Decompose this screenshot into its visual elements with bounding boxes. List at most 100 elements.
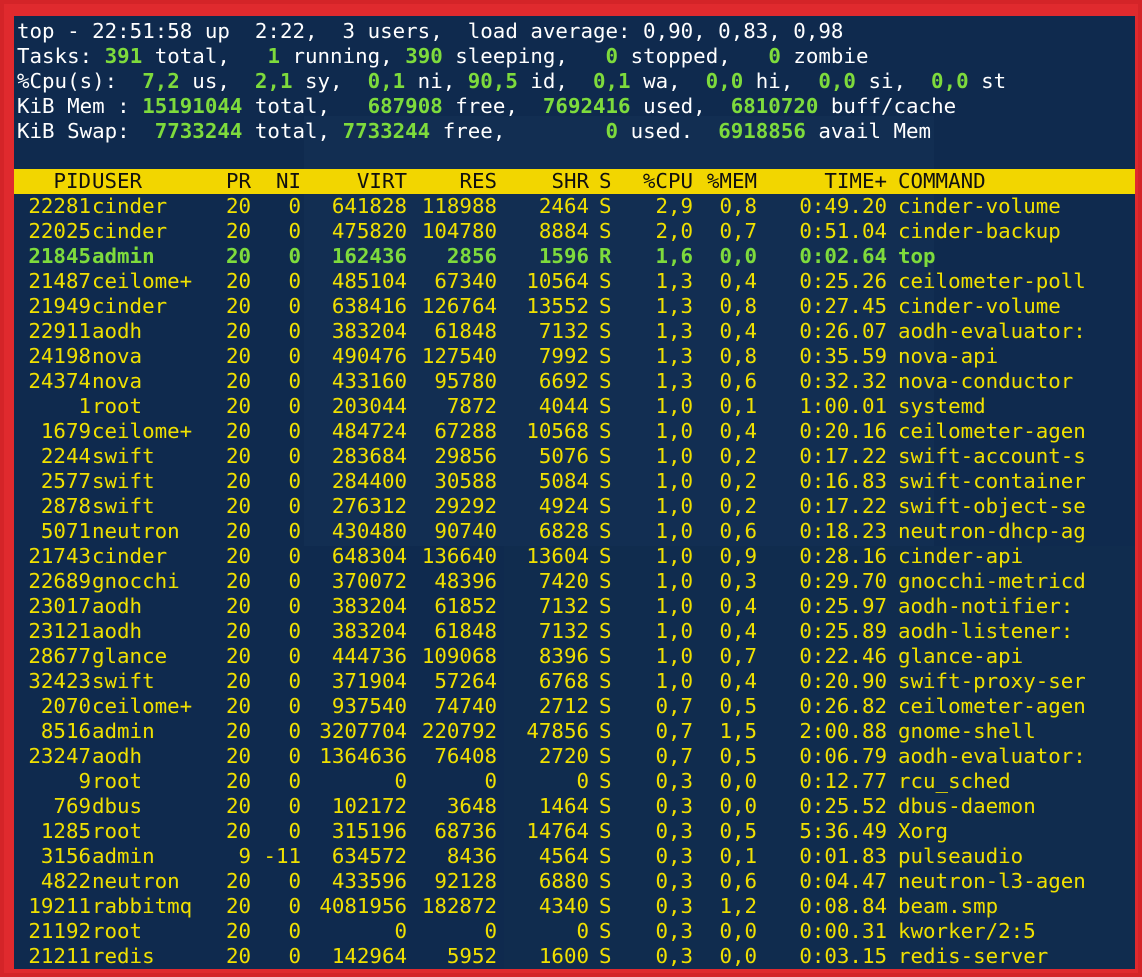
process-row[interactable]: 23247 aodh 20 0 1364636 76408 2720 S 0,7 0,5 0:06.… bbox=[14, 744, 1135, 769]
cell-res: 8436 bbox=[446, 844, 497, 868]
cell-ni: 0 bbox=[288, 319, 301, 343]
cell-cpu: 1,3 bbox=[655, 344, 693, 368]
cell-pr: 20 bbox=[225, 894, 251, 918]
cell-res: 61848 bbox=[434, 619, 497, 643]
process-row[interactable]: 32423 swift 20 0 371904 57264 6768 S 1,0 0,4 0:20.… bbox=[14, 669, 1135, 694]
cell-mem: 0,4 bbox=[719, 269, 757, 293]
process-row[interactable]: 1 root 20 0 203044 7872 4044 S 1,0 0,1 1:00.01 syst… bbox=[14, 394, 1135, 419]
cell-pid: 24374 bbox=[28, 369, 91, 393]
cell-cpu: 1,0 bbox=[655, 419, 693, 443]
process-row[interactable]: 21487 ceilome+ 20 0 485104 67340 10564 S 1,3 0,4 0… bbox=[14, 269, 1135, 294]
cell-cpu: 1,0 bbox=[655, 469, 693, 493]
cell-cpu: 0,3 bbox=[655, 894, 693, 918]
process-row[interactable]: 21211 redis 20 0 142964 5952 1600 S 0,3 0,0 0:03.1… bbox=[14, 944, 1135, 969]
process-row[interactable]: 22689 gnocchi 20 0 370072 48396 7420 S 1,0 0,3 0:2… bbox=[14, 569, 1135, 594]
cell-shr: 6692 bbox=[538, 369, 589, 393]
cell-ni: 0 bbox=[288, 869, 301, 893]
cell-virt: 484724 bbox=[331, 419, 407, 443]
cell-pr: 20 bbox=[225, 469, 251, 493]
process-row[interactable]: 1679 ceilome+ 20 0 484724 67288 10568 S 1,0 0,4 0:… bbox=[14, 419, 1135, 444]
process-row[interactable]: 22911 aodh 20 0 383204 61848 7132 S 1,3 0,4 0:26.0… bbox=[14, 319, 1135, 344]
process-row[interactable]: 24374 nova 20 0 433160 95780 6692 S 1,3 0,6 0:32.3… bbox=[14, 369, 1135, 394]
cell-mem: 0,6 bbox=[719, 369, 757, 393]
cell-command: top bbox=[898, 244, 936, 268]
process-row[interactable]: 23017 aodh 20 0 383204 61852 7132 S 1,0 0,4 0:25.9… bbox=[14, 594, 1135, 619]
cell-user: neutron bbox=[92, 869, 180, 893]
cell-cpu: 1,3 bbox=[655, 369, 693, 393]
cell-mem: 0,2 bbox=[719, 494, 757, 518]
cell-shr: 2720 bbox=[538, 744, 589, 768]
process-row[interactable]: 21743 cinder 20 0 648304 136640 13604 S 1,0 0,9 0:… bbox=[14, 544, 1135, 569]
cell-ni: 0 bbox=[288, 369, 301, 393]
summary-text: sy, bbox=[292, 69, 368, 93]
process-row[interactable]: 22025 cinder 20 0 475820 104780 8884 S 2,0 0,7 0:5… bbox=[14, 219, 1135, 244]
process-row[interactable]: 4822 neutron 20 0 433596 92128 6880 S 0,3 0,6 0:04… bbox=[14, 869, 1135, 894]
cell-shr: 10568 bbox=[526, 419, 589, 443]
cpu-us: 7,2 bbox=[142, 69, 180, 93]
summary-text: free, bbox=[430, 119, 606, 143]
cell-virt: 937540 bbox=[331, 694, 407, 718]
cell-res: 68736 bbox=[434, 819, 497, 843]
summary-text: id, bbox=[517, 69, 593, 93]
cell-mem: 0,1 bbox=[719, 394, 757, 418]
cell-res: 220792 bbox=[421, 719, 497, 743]
column-header-res: RES bbox=[459, 169, 497, 193]
cell-user: redis bbox=[92, 944, 155, 968]
cell-ni: 0 bbox=[288, 619, 301, 643]
summary-text: st bbox=[968, 69, 1007, 93]
process-row[interactable]: 22281 cinder 20 0 641828 118988 2464 S 2,9 0,8 0:4… bbox=[14, 194, 1135, 219]
process-row[interactable]: 1285 root 20 0 315196 68736 14764 S 0,3 0,5 5:36.4… bbox=[14, 819, 1135, 844]
cell-virt: 383204 bbox=[331, 319, 407, 343]
cell-command: nova-conductor bbox=[898, 369, 1074, 393]
cell-res: 136640 bbox=[421, 544, 497, 568]
cell-ni: 0 bbox=[288, 519, 301, 543]
cell-command: aodh-notifier: bbox=[898, 594, 1074, 618]
cell-pid: 2070 bbox=[40, 694, 91, 718]
cell-res: 61852 bbox=[434, 594, 497, 618]
cell-ni: 0 bbox=[288, 544, 301, 568]
mem-free: 687908 bbox=[367, 94, 443, 118]
cell-cpu: 0,3 bbox=[655, 819, 693, 843]
process-row[interactable]: 21845 admin 20 0 162436 2856 1596 R 1,6 0,0 0:02.6… bbox=[14, 244, 1135, 269]
process-row[interactable]: 28677 glance 20 0 444736 109068 8396 S 1,0 0,7 0:2… bbox=[14, 644, 1135, 669]
cell-mem: 0,5 bbox=[719, 819, 757, 843]
process-row[interactable]: 3156 admin 9 -11 634572 8436 4564 S 0,3 0,1 0:01.8… bbox=[14, 844, 1135, 869]
cell-command: aodh-evaluator: bbox=[898, 744, 1086, 768]
process-row[interactable]: 9 root 20 0 0 0 0 S 0,3 0,0 0:12.77 rcu_sched bbox=[14, 769, 1135, 794]
process-row[interactable]: 19211 rabbitmq 20 0 4081956 182872 4340 S 0,3 1,2… bbox=[14, 894, 1135, 919]
cell-res: 67288 bbox=[434, 419, 497, 443]
cell-mem: 0,6 bbox=[719, 519, 757, 543]
cell-res: 127540 bbox=[421, 344, 497, 368]
cell-pr: 20 bbox=[225, 869, 251, 893]
cell-ni: 0 bbox=[288, 894, 301, 918]
cell-res: 29292 bbox=[434, 494, 497, 518]
cell-ni: 0 bbox=[288, 244, 301, 268]
process-row[interactable]: 2070 ceilome+ 20 0 937540 74740 2712 S 0,7 0,5 0:2… bbox=[14, 694, 1135, 719]
cell-user: ceilome+ bbox=[92, 269, 193, 293]
process-row[interactable]: 2878 swift 20 0 276312 29292 4924 S 1,0 0,2 0:17.2… bbox=[14, 494, 1135, 519]
process-row[interactable]: 23121 aodh 20 0 383204 61848 7132 S 1,0 0,4 0:25.8… bbox=[14, 619, 1135, 644]
cell-shr: 1596 bbox=[538, 244, 589, 268]
cell-cpu: 1,0 bbox=[655, 394, 693, 418]
cell-command: swift-object-se bbox=[898, 494, 1086, 518]
cell-time: 0:20.90 bbox=[799, 669, 887, 693]
cell-state: S bbox=[599, 619, 612, 643]
process-row[interactable]: 21949 cinder 20 0 638416 126764 13552 S 1,3 0,8 0:… bbox=[14, 294, 1135, 319]
process-row[interactable]: 2577 swift 20 0 284400 30588 5084 S 1,0 0,2 0:16.8… bbox=[14, 469, 1135, 494]
cell-mem: 0,4 bbox=[719, 319, 757, 343]
cell-res: 7872 bbox=[446, 394, 497, 418]
process-row[interactable]: 5071 neutron 20 0 430480 90740 6828 S 1,0 0,6 0:18… bbox=[14, 519, 1135, 544]
cell-pid: 21949 bbox=[28, 294, 91, 318]
process-row[interactable]: 8516 admin 20 0 3207704 220792 47856 S 0,7 1,5 2:0… bbox=[14, 719, 1135, 744]
cell-command: ceilometer-poll bbox=[898, 269, 1086, 293]
process-row[interactable]: 2244 swift 20 0 283684 29856 5076 S 1,0 0,2 0:17.2… bbox=[14, 444, 1135, 469]
cell-state: S bbox=[599, 919, 612, 943]
process-row[interactable]: 24198 nova 20 0 490476 127540 7992 S 1,3 0,8 0:35.… bbox=[14, 344, 1135, 369]
terminal[interactable]: top - 22:51:58 up 2:22, 3 users, load av… bbox=[14, 16, 1135, 969]
cell-ni: 0 bbox=[288, 194, 301, 218]
cell-pr: 20 bbox=[225, 319, 251, 343]
cell-pr: 20 bbox=[225, 594, 251, 618]
cpu-wa: 0,1 bbox=[592, 69, 631, 93]
process-row[interactable]: 769 dbus 20 0 102172 3648 1464 S 0,3 0,0 0:25.52 db… bbox=[14, 794, 1135, 819]
process-row[interactable]: 21192 root 20 0 0 0 0 S 0,3 0,0 0:00.31 kworker/2:5 bbox=[14, 919, 1135, 944]
